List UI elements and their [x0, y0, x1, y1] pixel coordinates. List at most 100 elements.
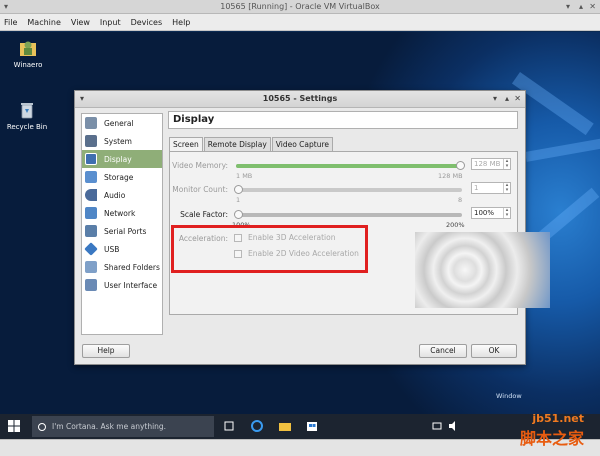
category-serial-ports[interactable]: Serial Ports: [82, 222, 162, 240]
category-label: General: [104, 118, 134, 128]
serial-ports-icon: [85, 225, 97, 237]
shared-folders-icon: [85, 261, 97, 273]
tab-bar: Screen Remote Display Video Capture: [169, 137, 334, 152]
spin-arrows-icon[interactable]: ▴ ▾: [503, 183, 510, 193]
menu-devices[interactable]: Devices: [131, 18, 163, 27]
taskbar: I'm Cortana. Ask me anything.: [0, 414, 600, 439]
category-label: Network: [104, 208, 136, 218]
category-shared-folders[interactable]: Shared Folders: [82, 258, 162, 276]
user-interface-icon: [85, 279, 97, 291]
scale-factor-max-label: 200%: [446, 221, 465, 229]
window-menu-icon[interactable]: ▾: [4, 0, 8, 14]
dialog-close-icon[interactable]: ✕: [514, 91, 521, 107]
spin-arrows-icon[interactable]: ▴ ▾: [503, 159, 510, 169]
dialog-minimize-icon[interactable]: ▾: [493, 91, 497, 107]
category-label: Shared Folders: [104, 262, 160, 272]
vbox-menu-bar: File Machine View Input Devices Help: [0, 14, 600, 31]
monitor-count-label: Monitor Count:: [172, 185, 228, 194]
edge-icon[interactable]: [250, 419, 264, 433]
settings-title: 10565 - Settings: [262, 94, 338, 103]
monitor-count-slider-track[interactable]: [236, 188, 462, 192]
system-icon: [85, 135, 97, 147]
task-view-icon[interactable]: [222, 419, 236, 433]
video-memory-label: Video Memory:: [172, 161, 228, 170]
category-storage[interactable]: Storage: [82, 168, 162, 186]
monitor-count-slider-handle[interactable]: [234, 185, 243, 194]
monitor-count-max-label: 8: [458, 196, 463, 204]
network-tray-icon[interactable]: [430, 419, 444, 433]
scale-factor-label: Scale Factor:: [180, 210, 228, 219]
general-icon: [85, 117, 97, 129]
cortana-search-box[interactable]: I'm Cortana. Ask me anything.: [32, 416, 214, 437]
cancel-button[interactable]: Cancel: [419, 344, 467, 358]
category-audio[interactable]: Audio: [82, 186, 162, 204]
scale-factor-value: 100%: [474, 209, 495, 217]
audio-icon: [85, 189, 97, 201]
file-explorer-icon[interactable]: [278, 419, 292, 433]
tab-screen[interactable]: Screen: [169, 137, 203, 152]
vbox-title-bar: ▾ 10565 [Running] - Oracle VM VirtualBox…: [0, 0, 600, 14]
menu-machine[interactable]: Machine: [27, 18, 61, 27]
page-title: Display: [168, 111, 518, 129]
video-memory-slider-handle[interactable]: [456, 161, 465, 170]
video-memory-max-label: 128 MB: [438, 172, 463, 180]
user-folder-icon: [18, 38, 38, 58]
maximize-icon[interactable]: ▴: [579, 0, 583, 14]
cortana-placeholder: I'm Cortana. Ask me anything.: [52, 422, 167, 431]
monitor-count-value: 1: [474, 184, 479, 192]
scale-factor-slider-track[interactable]: [236, 213, 462, 217]
category-system[interactable]: System: [82, 132, 162, 150]
monitor-count-min-label: 1: [236, 196, 241, 204]
video-memory-min-label: 1 MB: [236, 172, 253, 180]
recycle-bin-icon: [17, 100, 37, 120]
desktop-icon-winaero[interactable]: Winaero: [3, 38, 53, 69]
category-usb[interactable]: USB: [82, 240, 162, 258]
spin-arrows-icon[interactable]: ▴ ▾: [503, 208, 510, 218]
vbox-window-title: 10565 [Running] - Oracle VM VirtualBox: [220, 2, 380, 11]
minimize-icon[interactable]: ▾: [566, 0, 570, 14]
desktop-icon-label: Recycle Bin: [6, 123, 48, 131]
video-memory-fill: [236, 164, 462, 168]
help-button[interactable]: Help: [82, 344, 130, 358]
desktop-icon-recycle-bin[interactable]: Recycle Bin: [2, 100, 52, 131]
scale-factor-spinbox[interactable]: 100% ▴ ▾: [471, 207, 511, 219]
video-memory-spinbox[interactable]: 128 MB ▴ ▾: [471, 158, 511, 170]
scale-factor-slider-handle[interactable]: [234, 210, 243, 219]
dialog-menu-icon[interactable]: ▾: [80, 91, 84, 107]
category-user-interface[interactable]: User Interface: [82, 276, 162, 294]
desktop-icon-label: Winaero: [13, 61, 43, 69]
category-label: Display: [104, 154, 132, 164]
category-network[interactable]: Network: [82, 204, 162, 222]
swirl-graphic: [415, 232, 550, 308]
display-icon: [85, 153, 97, 165]
settings-title-bar: ▾ 10565 - Settings ▾ ▴ ✕: [75, 91, 525, 108]
vbox-status-bar: [0, 439, 600, 456]
volume-tray-icon[interactable]: [446, 419, 460, 433]
acceleration-highlight-box: [171, 225, 368, 273]
category-label: Audio: [104, 190, 126, 200]
category-list: General System Display Storage Audio Net…: [81, 113, 163, 335]
windows-start-icon[interactable]: [8, 420, 20, 432]
video-memory-slider-track[interactable]: [236, 164, 462, 168]
tab-remote-display[interactable]: Remote Display: [203, 137, 271, 151]
menu-help[interactable]: Help: [172, 18, 190, 27]
ok-button[interactable]: OK: [471, 344, 517, 358]
menu-input[interactable]: Input: [100, 18, 121, 27]
menu-view[interactable]: View: [71, 18, 90, 27]
cortana-icon: [38, 422, 46, 431]
site-watermark-line2: 脚本之家: [520, 429, 585, 448]
category-display[interactable]: Display: [82, 150, 162, 168]
site-watermark-line1: jb51.net: [532, 412, 585, 425]
tab-video-capture[interactable]: Video Capture: [271, 137, 333, 151]
category-label: Serial Ports: [104, 226, 147, 236]
monitor-count-spinbox[interactable]: 1 ▴ ▾: [471, 182, 511, 194]
storage-icon: [85, 171, 97, 183]
menu-file[interactable]: File: [4, 18, 17, 27]
dialog-maximize-icon[interactable]: ▴: [505, 91, 509, 107]
store-icon[interactable]: [305, 419, 319, 433]
category-label: USB: [104, 244, 120, 254]
windows-watermark: Window: [496, 392, 522, 400]
category-general[interactable]: General: [82, 114, 162, 132]
close-icon[interactable]: ✕: [589, 0, 596, 14]
video-memory-value: 128 MB: [474, 160, 501, 168]
